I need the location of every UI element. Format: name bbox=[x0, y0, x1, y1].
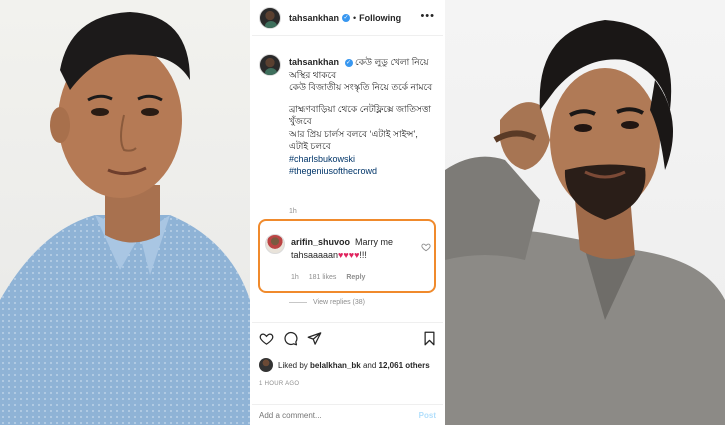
header-separator: • bbox=[353, 12, 357, 23]
more-icon[interactable]: ••• bbox=[420, 10, 435, 22]
author-username[interactable]: tahsankhan bbox=[289, 13, 339, 23]
post-header: tahsankhan ✓ • Following ••• bbox=[252, 0, 443, 36]
comment-text: arifin_shuvoo Marry me tahsaaaaan♥♥♥♥!!! bbox=[291, 236, 416, 262]
liker-avatar[interactable] bbox=[259, 358, 273, 372]
caption-text: tahsankhan ✓ কেউ লুডু খেলা নিয়ে অস্থির … bbox=[289, 56, 439, 178]
caption-verified-badge-icon: ✓ bbox=[344, 58, 353, 67]
heart-icon[interactable] bbox=[259, 331, 274, 346]
reply-button[interactable]: Reply bbox=[346, 274, 365, 281]
view-replies-divider bbox=[289, 302, 307, 303]
following-button[interactable]: Following bbox=[359, 13, 401, 23]
highlighted-comment: arifin_shuvoo Marry me tahsaaaaan♥♥♥♥!!!… bbox=[258, 219, 436, 293]
comment-text-part-2: tahsaaaaan bbox=[291, 250, 339, 260]
author-avatar[interactable] bbox=[259, 6, 281, 29]
commenter-avatar[interactable] bbox=[265, 234, 285, 254]
comment-exclaim: !!! bbox=[359, 250, 367, 260]
hashtag-link[interactable]: #thegeniusofthecrowd bbox=[289, 165, 439, 178]
hashtag-link[interactable]: #charlsbukowski bbox=[289, 153, 439, 166]
action-bar bbox=[252, 322, 443, 352]
comment-icon[interactable] bbox=[283, 331, 298, 346]
comment-hearts: ♥♥♥♥ bbox=[338, 250, 360, 260]
view-replies-label: View replies (38) bbox=[313, 299, 366, 306]
caption-time: 1h bbox=[289, 208, 297, 215]
caption-line-5: এটাই চলবে bbox=[289, 141, 331, 151]
right-portrait-photo bbox=[445, 0, 725, 425]
caption-line-3: ব্রাহ্মণবাড়িয়া থেকে নেটফ্লিক্সে জাতিসত… bbox=[289, 103, 431, 127]
comment-text-part-1: Marry me bbox=[355, 237, 394, 247]
comment-meta: 1h 181 likes Reply bbox=[291, 274, 373, 281]
liked-by-count[interactable]: 12,061 others bbox=[379, 361, 430, 370]
comment-time: 1h bbox=[291, 274, 299, 281]
instagram-post-panel: tahsankhan ✓ • Following ••• tahsankhan … bbox=[252, 0, 443, 425]
view-replies-button[interactable]: View replies (38) bbox=[289, 299, 365, 306]
bookmark-icon[interactable] bbox=[422, 331, 437, 346]
left-portrait-drawing bbox=[0, 12, 250, 425]
post-comment-button[interactable]: Post bbox=[419, 411, 436, 420]
left-portrait-photo bbox=[0, 0, 250, 425]
liked-by: Liked by belalkhan_bk and 12,061 others bbox=[259, 358, 430, 372]
caption-username[interactable]: tahsankhan bbox=[289, 57, 339, 67]
post-timestamp: 1 HOUR AGO bbox=[259, 381, 300, 387]
caption-line-4: আর প্রিয় চার্লস বলবে ‘এটাই সাইন্স’, bbox=[289, 128, 418, 139]
share-icon[interactable] bbox=[307, 331, 322, 346]
liked-by-prefix: Liked by bbox=[278, 360, 308, 370]
right-portrait-drawing bbox=[445, 20, 725, 425]
caption-line-2: কেউ বিজাতীয় সংস্কৃতি নিয়ে তর্কে নামবে bbox=[289, 82, 433, 92]
add-comment-bar: Post bbox=[252, 404, 443, 425]
comment-like-heart-icon[interactable] bbox=[421, 242, 431, 252]
caption-avatar[interactable] bbox=[259, 54, 281, 76]
add-comment-input[interactable] bbox=[259, 410, 419, 420]
verified-badge-icon: ✓ bbox=[342, 13, 351, 22]
comment-likes[interactable]: 181 likes bbox=[309, 274, 337, 281]
liked-by-user[interactable]: belalkhan_bk bbox=[310, 361, 361, 370]
commenter-username[interactable]: arifin_shuvoo bbox=[291, 237, 350, 247]
liked-by-suffix: and bbox=[362, 360, 377, 370]
